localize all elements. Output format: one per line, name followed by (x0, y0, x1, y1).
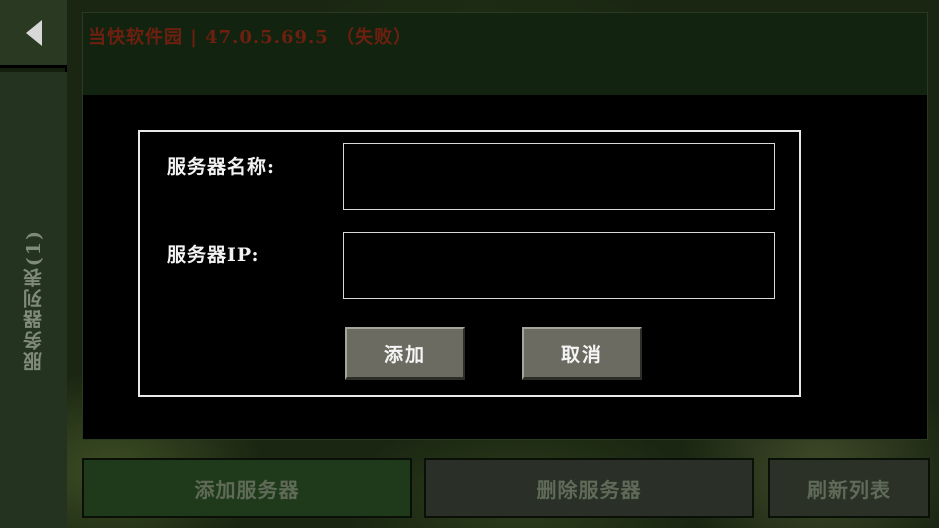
tab-server-list[interactable]: 服务器列表(1) (0, 72, 67, 528)
server-ip-input[interactable] (343, 232, 775, 299)
delete-server-button[interactable]: 删除服务器 (424, 458, 754, 518)
add-server-button[interactable]: 添加服务器 (82, 458, 412, 518)
cancel-button[interactable]: 取消 (522, 327, 642, 380)
server-name-label: 服务器名称: (167, 156, 276, 178)
tab-server-list-label: 服务器列表(1) (23, 228, 45, 372)
add-server-dialog: 服务器名称: 服务器IP: 添加 取消 (138, 130, 801, 397)
server-ip-label: 服务器IP: (167, 244, 260, 266)
refresh-list-button[interactable]: 刷新列表 (768, 458, 930, 518)
back-arrow-icon (25, 19, 42, 46)
back-button[interactable] (0, 0, 67, 68)
confirm-add-button[interactable]: 添加 (345, 327, 465, 380)
server-list-item[interactable]: 当快软件园 | 47.0.5.69.5 （失败） (83, 13, 927, 95)
server-entry-title: 当快软件园 | 47.0.5.69.5 （失败） (88, 27, 413, 48)
server-name-input[interactable] (343, 143, 775, 210)
left-sidebar: 服务器列表(1) (0, 0, 67, 528)
